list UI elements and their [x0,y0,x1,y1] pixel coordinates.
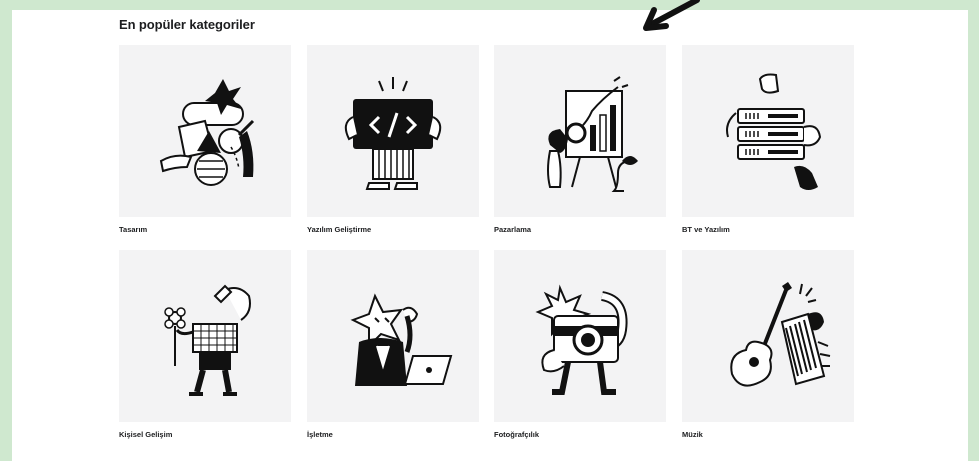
server-rack-icon [726,73,822,190]
pointer-arrow-icon [643,0,700,31]
category-card-personal-development[interactable]: Kişisel Gelişim [119,250,291,439]
category-label: Müzik [682,430,703,439]
category-card-software-development[interactable]: Yazılım Geliştirme [307,45,479,234]
category-thumbnail [119,250,291,422]
design-illustration-icon [159,79,255,186]
section-title: En popüler kategoriler [119,17,255,32]
category-thumbnail [494,250,666,422]
guitar-piano-icon [730,282,831,387]
category-thumbnail [119,45,291,217]
category-card-marketing[interactable]: Pazarlama [494,45,666,234]
marketing-chart-icon [547,76,638,192]
category-thumbnail [494,45,666,217]
category-card-photography[interactable]: Fotoğrafçılık [494,250,666,439]
category-label: Tasarım [119,225,148,234]
category-thumbnail [307,250,479,422]
category-card-it-software[interactable]: BT ve Yazılım [682,45,854,234]
category-label: Pazarlama [494,225,532,234]
category-thumbnail [307,45,479,217]
category-thumbnail [682,250,854,422]
category-card-business[interactable]: İşletme [307,250,479,439]
category-label: Yazılım Geliştirme [307,225,372,234]
category-card-music[interactable]: Müzik [682,250,854,439]
category-card-design[interactable]: Tasarım [119,45,291,234]
personal-growth-icon [164,284,251,396]
category-label: Kişisel Gelişim [119,430,173,439]
category-label: İşletme [307,430,333,439]
camera-icon [535,284,628,395]
category-label: Fotoğrafçılık [494,430,540,439]
code-illustration-icon [344,77,442,190]
business-laptop-icon [350,293,453,386]
category-label: BT ve Yazılım [682,225,730,234]
category-thumbnail [682,45,854,217]
